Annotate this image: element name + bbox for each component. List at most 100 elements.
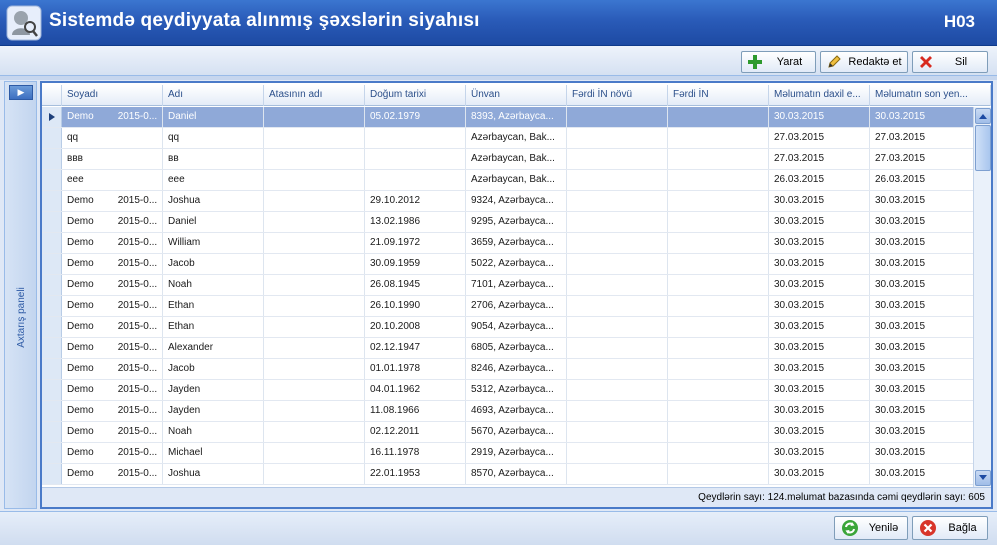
cell-in[interactable] xyxy=(668,401,769,421)
cell-in_nov[interactable] xyxy=(567,317,668,337)
cell-in_nov[interactable] xyxy=(567,275,668,295)
cell-soyadi[interactable]: qq xyxy=(62,128,163,148)
cell-ata[interactable] xyxy=(264,317,365,337)
table-row[interactable]: Demo 2015-0... Jayden 04.01.1962 5312, Azərb… xyxy=(42,380,991,401)
column-header-dogum-tarixi[interactable]: Doğum tarixi xyxy=(365,85,466,106)
row-indicator[interactable] xyxy=(42,254,62,274)
row-indicator[interactable] xyxy=(42,401,62,421)
cell-dogum[interactable]: 04.01.1962 xyxy=(365,380,466,400)
cell-daxil[interactable]: 30.03.2015 xyxy=(769,380,870,400)
cell-daxil[interactable]: 30.03.2015 xyxy=(769,317,870,337)
cell-dogum[interactable] xyxy=(365,128,466,148)
cell-soyadi[interactable]: Demo 2015-0... xyxy=(62,401,163,421)
cell-unvan[interactable]: Azərbaycan, Bak... xyxy=(466,128,567,148)
cell-in_nov[interactable] xyxy=(567,380,668,400)
cell-dogum[interactable]: 01.01.1978 xyxy=(365,359,466,379)
cell-in[interactable] xyxy=(668,149,769,169)
column-header-unvan[interactable]: Ünvan xyxy=(466,85,567,106)
refresh-button[interactable]: Yenilə xyxy=(834,516,908,540)
cell-soyadi[interactable]: Demo 2015-0... xyxy=(62,296,163,316)
cell-in_nov[interactable] xyxy=(567,233,668,253)
cell-in_nov[interactable] xyxy=(567,107,668,127)
row-indicator[interactable] xyxy=(42,170,62,190)
table-row[interactable]: Demo 2015-0... Michael 16.11.1978 2919, Azər… xyxy=(42,443,991,464)
column-header-adi[interactable]: Adı xyxy=(163,85,264,106)
cell-daxil[interactable]: 30.03.2015 xyxy=(769,443,870,463)
cell-in[interactable] xyxy=(668,128,769,148)
table-row[interactable]: Demo 2015-0... Ethan 20.10.2008 9054, Azərba… xyxy=(42,317,991,338)
cell-ata[interactable] xyxy=(264,359,365,379)
column-header-ferdi-in-novu[interactable]: Fərdi İN növü xyxy=(567,85,668,106)
cell-ata[interactable] xyxy=(264,464,365,484)
delete-button[interactable]: Sil xyxy=(912,51,988,73)
scroll-thumb[interactable] xyxy=(975,125,991,171)
cell-in[interactable] xyxy=(668,359,769,379)
cell-soyadi[interactable]: Demo 2015-0... xyxy=(62,212,163,232)
cell-ata[interactable] xyxy=(264,296,365,316)
table-row[interactable]: Demo 2015-0... Alexander 02.12.1947 6805, Az… xyxy=(42,338,991,359)
cell-in[interactable] xyxy=(668,422,769,442)
column-header-son-yenilenme[interactable]: Məlumatın son yen... xyxy=(870,85,991,106)
row-indicator[interactable] xyxy=(42,338,62,358)
row-indicator[interactable] xyxy=(42,233,62,253)
cell-adi[interactable]: вв xyxy=(163,149,264,169)
cell-daxil[interactable]: 30.03.2015 xyxy=(769,422,870,442)
cell-unvan[interactable]: 2706, Azərbayca... xyxy=(466,296,567,316)
cell-adi[interactable]: Joshua xyxy=(163,191,264,211)
cell-dogum[interactable]: 11.08.1966 xyxy=(365,401,466,421)
cell-adi[interactable]: Michael xyxy=(163,443,264,463)
cell-daxil[interactable]: 27.03.2015 xyxy=(769,128,870,148)
cell-ata[interactable] xyxy=(264,401,365,421)
cell-daxil[interactable]: 30.03.2015 xyxy=(769,338,870,358)
cell-in_nov[interactable] xyxy=(567,170,668,190)
cell-dogum[interactable]: 26.08.1945 xyxy=(365,275,466,295)
row-indicator[interactable] xyxy=(42,296,62,316)
cell-adi[interactable]: Daniel xyxy=(163,212,264,232)
cell-daxil[interactable]: 30.03.2015 xyxy=(769,191,870,211)
cell-adi[interactable]: Joshua xyxy=(163,464,264,484)
table-row[interactable]: Demo 2015-0... Ethan 26.10.1990 2706, Azərba… xyxy=(42,296,991,317)
cell-daxil[interactable]: 30.03.2015 xyxy=(769,401,870,421)
table-row[interactable]: Demo 2015-0... Joshua 29.10.2012 9324, Azərb… xyxy=(42,191,991,212)
close-button[interactable]: Bağla xyxy=(912,516,988,540)
cell-daxil[interactable]: 30.03.2015 xyxy=(769,212,870,232)
cell-ata[interactable] xyxy=(264,338,365,358)
cell-unvan[interactable]: Azərbaycan, Bak... xyxy=(466,149,567,169)
cell-adi[interactable]: Alexander xyxy=(163,338,264,358)
cell-in[interactable] xyxy=(668,317,769,337)
column-header-daxil-edilme[interactable]: Məlumatın daxil e... xyxy=(769,85,870,106)
cell-soyadi[interactable]: Demo 2015-0... xyxy=(62,422,163,442)
edit-button[interactable]: Redaktə et xyxy=(820,51,908,73)
cell-in_nov[interactable] xyxy=(567,254,668,274)
cell-in_nov[interactable] xyxy=(567,212,668,232)
cell-ata[interactable] xyxy=(264,254,365,274)
cell-in_nov[interactable] xyxy=(567,191,668,211)
row-indicator[interactable] xyxy=(42,317,62,337)
cell-adi[interactable]: Ethan xyxy=(163,296,264,316)
cell-daxil[interactable]: 30.03.2015 xyxy=(769,275,870,295)
table-row[interactable]: Demo 2015-0... Jacob 30.09.1959 5022, Azərba… xyxy=(42,254,991,275)
cell-soyadi[interactable]: Demo 2015-0... xyxy=(62,107,163,127)
cell-in[interactable] xyxy=(668,275,769,295)
search-panel-collapsed[interactable]: ▶ Axtarış paneli xyxy=(4,81,37,509)
row-indicator[interactable] xyxy=(42,149,62,169)
cell-dogum[interactable]: 21.09.1972 xyxy=(365,233,466,253)
cell-adi[interactable]: Ethan xyxy=(163,317,264,337)
cell-unvan[interactable]: 8570, Azərbayca... xyxy=(466,464,567,484)
cell-ata[interactable] xyxy=(264,380,365,400)
row-indicator[interactable] xyxy=(42,191,62,211)
cell-adi[interactable]: Jayden xyxy=(163,401,264,421)
cell-in_nov[interactable] xyxy=(567,149,668,169)
cell-unvan[interactable]: 5022, Azərbayca... xyxy=(466,254,567,274)
cell-soyadi[interactable]: Demo 2015-0... xyxy=(62,443,163,463)
cell-dogum[interactable]: 05.02.1979 xyxy=(365,107,466,127)
table-row[interactable]: Demo 2015-0... Noah 02.12.2011 5670, Azərbay… xyxy=(42,422,991,443)
cell-adi[interactable]: Daniel xyxy=(163,107,264,127)
table-row[interactable]: qq qq Azərbaycan, Bak... 27.03.2015 27.03.20… xyxy=(42,128,991,149)
cell-adi[interactable]: eee xyxy=(163,170,264,190)
row-indicator[interactable] xyxy=(42,107,62,127)
cell-soyadi[interactable]: Demo 2015-0... xyxy=(62,254,163,274)
cell-in_nov[interactable] xyxy=(567,401,668,421)
cell-adi[interactable]: Jacob xyxy=(163,359,264,379)
cell-ata[interactable] xyxy=(264,212,365,232)
